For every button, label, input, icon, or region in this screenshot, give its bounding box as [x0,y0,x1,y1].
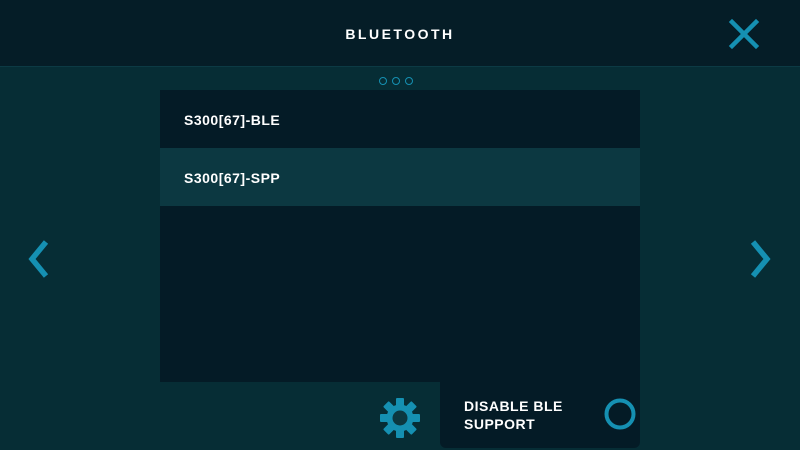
page-dot [405,77,413,85]
page-indicator [379,77,413,85]
gear-icon [380,398,420,438]
close-button[interactable] [724,14,764,54]
next-page-button[interactable] [748,238,772,280]
device-item-spp[interactable]: S300[67]-SPP [160,148,640,206]
previous-page-button[interactable] [27,238,51,280]
settings-button[interactable] [378,396,422,440]
disable-ble-toggle[interactable]: DISABLE BLE SUPPORT [440,382,640,448]
page-title: BLUETOOTH [345,26,455,42]
close-icon [728,18,760,50]
device-list: S300[67]-BLE S300[67]-SPP [160,90,640,382]
disable-ble-label: DISABLE BLE SUPPORT [464,398,563,432]
device-item-ble[interactable]: S300[67]-BLE [160,90,640,148]
header-bar: BLUETOOTH [0,0,800,67]
page-dot [379,77,387,85]
page-dot [392,77,400,85]
chevron-right-icon [750,240,771,278]
toggle-circle-icon [604,398,636,430]
chevron-left-icon [28,240,49,278]
